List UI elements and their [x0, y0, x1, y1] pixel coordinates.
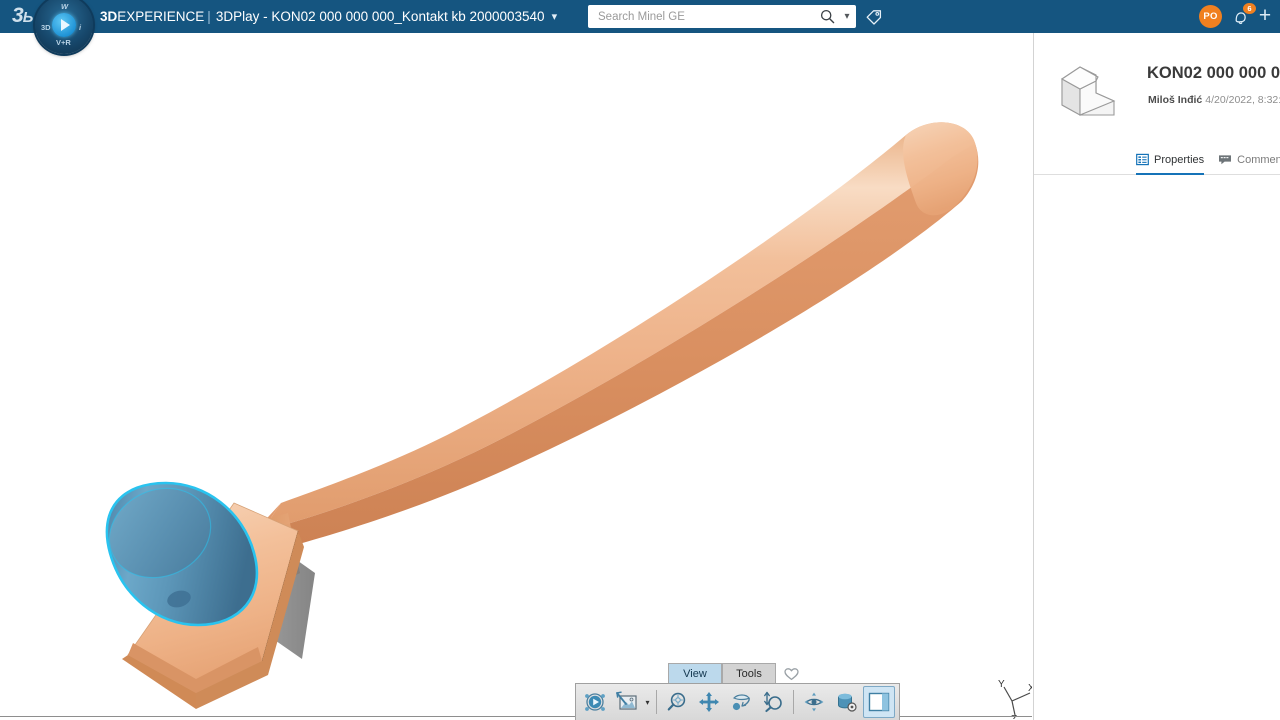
toolbar-tabs: View Tools: [668, 664, 800, 683]
3d-model-contact-arm[interactable]: [0, 33, 1032, 719]
zoom-icon[interactable]: [758, 687, 788, 717]
tab-tools-label: Tools: [736, 668, 762, 680]
axis-label-y: Y: [998, 679, 1005, 690]
tab-properties-label: Properties: [1154, 154, 1204, 166]
brand-prefix: 3D: [100, 9, 117, 24]
panel-subtitle: Miloš Inđić4/20/2022, 8:32:20 A: [1148, 94, 1280, 106]
add-button[interactable]: +: [1254, 3, 1276, 29]
pan-icon[interactable]: [694, 687, 724, 717]
play-3d-icon[interactable]: [580, 687, 610, 717]
compass-label-vr: V+R: [56, 38, 71, 47]
comments-icon: [1218, 153, 1232, 166]
breadcrumb: 3DEXPERIENCE| 3DPlay - KON02 000 000 000_…: [100, 0, 557, 33]
arm-upper-surface: [262, 122, 975, 531]
properties-panel: KON02 000 000 00 Miloš Inđić4/20/2022, 8…: [1033, 33, 1280, 720]
brand-suffix: EXPERIENCE: [117, 9, 204, 24]
compass-play-hub[interactable]: [52, 13, 76, 37]
compass-label-w: W: [61, 2, 68, 11]
application-window: 3Ь 3D W i V+R 3DEXPERIENCE|3DPlay - KON0…: [0, 0, 1280, 720]
tab-properties[interactable]: Properties: [1136, 145, 1204, 175]
document-title: 3DPlay - KON02 000 000 000_Kontakt kb 20…: [216, 9, 545, 24]
toolbar-divider: [656, 690, 657, 714]
view-toolbar: ▾: [575, 683, 900, 720]
split-view-icon[interactable]: [863, 686, 895, 718]
capture-options-chevron-icon[interactable]: ▾: [643, 687, 652, 717]
heart-icon[interactable]: [782, 664, 800, 683]
chevron-down-icon[interactable]: ▾: [552, 1, 558, 34]
brand-separator: |: [207, 9, 211, 24]
tag-icon[interactable]: [864, 7, 884, 27]
panel-header: KON02 000 000 00 Miloš Inđić4/20/2022, 8…: [1034, 33, 1280, 149]
look-at-icon[interactable]: [799, 687, 829, 717]
tab-active-underline: [1136, 173, 1204, 175]
tab-comments-label: Comments: [1237, 154, 1280, 166]
section-icon[interactable]: [831, 687, 861, 717]
rotate-icon[interactable]: [726, 687, 756, 717]
zoom-area-icon[interactable]: [662, 687, 692, 717]
compass-label-i: i: [79, 23, 81, 32]
top-header-bar: 3Ь 3D W i V+R 3DEXPERIENCE|3DPlay - KON0…: [0, 0, 1280, 33]
tab-view-label: View: [683, 668, 707, 680]
axis-label-x: X: [1028, 683, 1032, 694]
3d-viewport[interactable]: Y X Z: [0, 33, 1032, 719]
panel-tabs: Properties Comments: [1034, 145, 1280, 175]
properties-icon: [1136, 153, 1149, 166]
panel-modified-date: 4/20/2022, 8:32:20 A: [1205, 94, 1280, 106]
3d-shape-thumbnail: [1056, 59, 1128, 123]
page-title: KON02 000 000 00: [1147, 64, 1280, 83]
axis-triad-indicator: Y X Z: [990, 675, 1032, 719]
search-icon[interactable]: [816, 5, 838, 28]
toolbar-divider-2: [793, 690, 794, 714]
search-input[interactable]: [596, 10, 816, 24]
search-box[interactable]: ▾: [588, 5, 856, 28]
compass-label-3d: 3D: [41, 23, 51, 32]
tab-tools[interactable]: Tools: [722, 663, 776, 683]
tab-comments[interactable]: Comments: [1218, 145, 1280, 175]
capture-image-icon[interactable]: [612, 687, 642, 717]
search-options-chevron-icon[interactable]: ▾: [838, 5, 856, 28]
3dexperience-compass[interactable]: 3D W i V+R: [35, 0, 93, 54]
panel-author: Miloš Inđić: [1148, 94, 1202, 106]
avatar[interactable]: PO: [1199, 5, 1222, 28]
tab-view[interactable]: View: [668, 663, 722, 683]
avatar-initials: PO: [1203, 11, 1217, 22]
